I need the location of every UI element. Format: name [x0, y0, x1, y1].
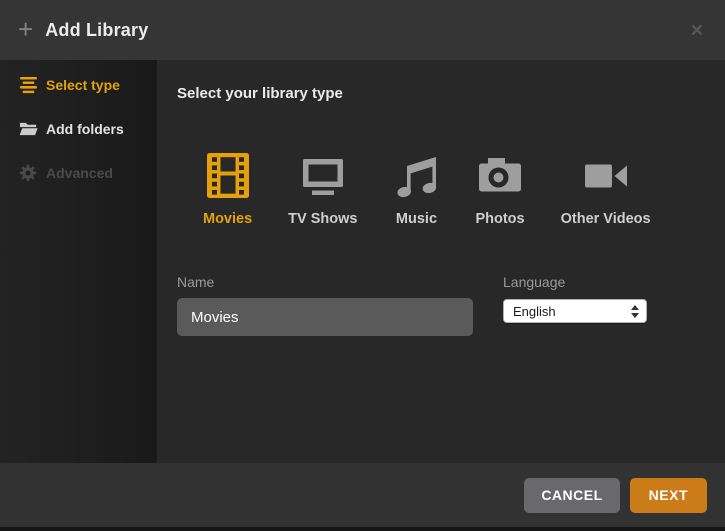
dialog-title: Add Library: [45, 20, 148, 41]
film-strip-icon: [205, 152, 251, 199]
gear-icon: [18, 163, 38, 183]
sidebar-item-select-type[interactable]: Select type: [0, 63, 157, 107]
library-type-music[interactable]: Music: [393, 152, 439, 227]
library-type-movies[interactable]: Movies: [203, 152, 252, 227]
name-field-label: Name: [177, 274, 473, 290]
library-type-photos[interactable]: Photos: [475, 152, 524, 227]
sidebar-item-advanced: Advanced: [0, 151, 157, 195]
list-lines-icon: [18, 75, 38, 95]
library-type-other-videos[interactable]: Other Videos: [561, 152, 651, 227]
dialog-footer: CANCEL NEXT: [0, 463, 725, 527]
library-type-label: Music: [396, 211, 437, 227]
library-type-label: TV Shows: [288, 211, 357, 227]
dialog-body: Select type Add folders: [0, 60, 725, 463]
library-type-label: Photos: [475, 211, 524, 227]
sidebar-item-label: Select type: [46, 77, 120, 93]
language-select[interactable]: English: [503, 299, 647, 323]
tv-icon: [300, 152, 346, 199]
language-field-label: Language: [503, 274, 647, 290]
select-stepper-arrows-icon: [631, 305, 639, 318]
folder-icon: [18, 119, 38, 139]
library-type-label: Movies: [203, 211, 252, 227]
panel-heading: Select your library type: [177, 85, 705, 102]
select-type-panel: Select your library type: [157, 60, 725, 463]
library-type-label: Other Videos: [561, 211, 651, 227]
library-type-row: Movies TV Shows: [203, 152, 705, 227]
language-select-value: English: [513, 304, 631, 319]
add-library-dialog: + Add Library × Select type: [0, 0, 725, 531]
bottom-edge-strip: [0, 527, 725, 531]
camera-icon: [477, 152, 523, 199]
next-button[interactable]: NEXT: [630, 478, 707, 513]
close-icon[interactable]: ×: [687, 18, 707, 43]
wizard-steps-sidebar: Select type Add folders: [0, 60, 157, 463]
library-type-tv-shows[interactable]: TV Shows: [288, 152, 357, 227]
plus-icon: +: [18, 16, 33, 42]
dialog-header: + Add Library ×: [0, 0, 725, 60]
name-field-group: Name: [177, 274, 473, 336]
sidebar-item-label: Add folders: [46, 121, 124, 137]
language-field-group: Language English: [503, 274, 647, 323]
video-camera-icon: [583, 152, 629, 199]
music-note-icon: [393, 152, 439, 199]
library-name-input[interactable]: [177, 298, 473, 336]
sidebar-item-add-folders[interactable]: Add folders: [0, 107, 157, 151]
library-details-row: Name Language English: [177, 274, 705, 336]
sidebar-item-label: Advanced: [46, 165, 113, 181]
cancel-button[interactable]: CANCEL: [524, 478, 619, 513]
